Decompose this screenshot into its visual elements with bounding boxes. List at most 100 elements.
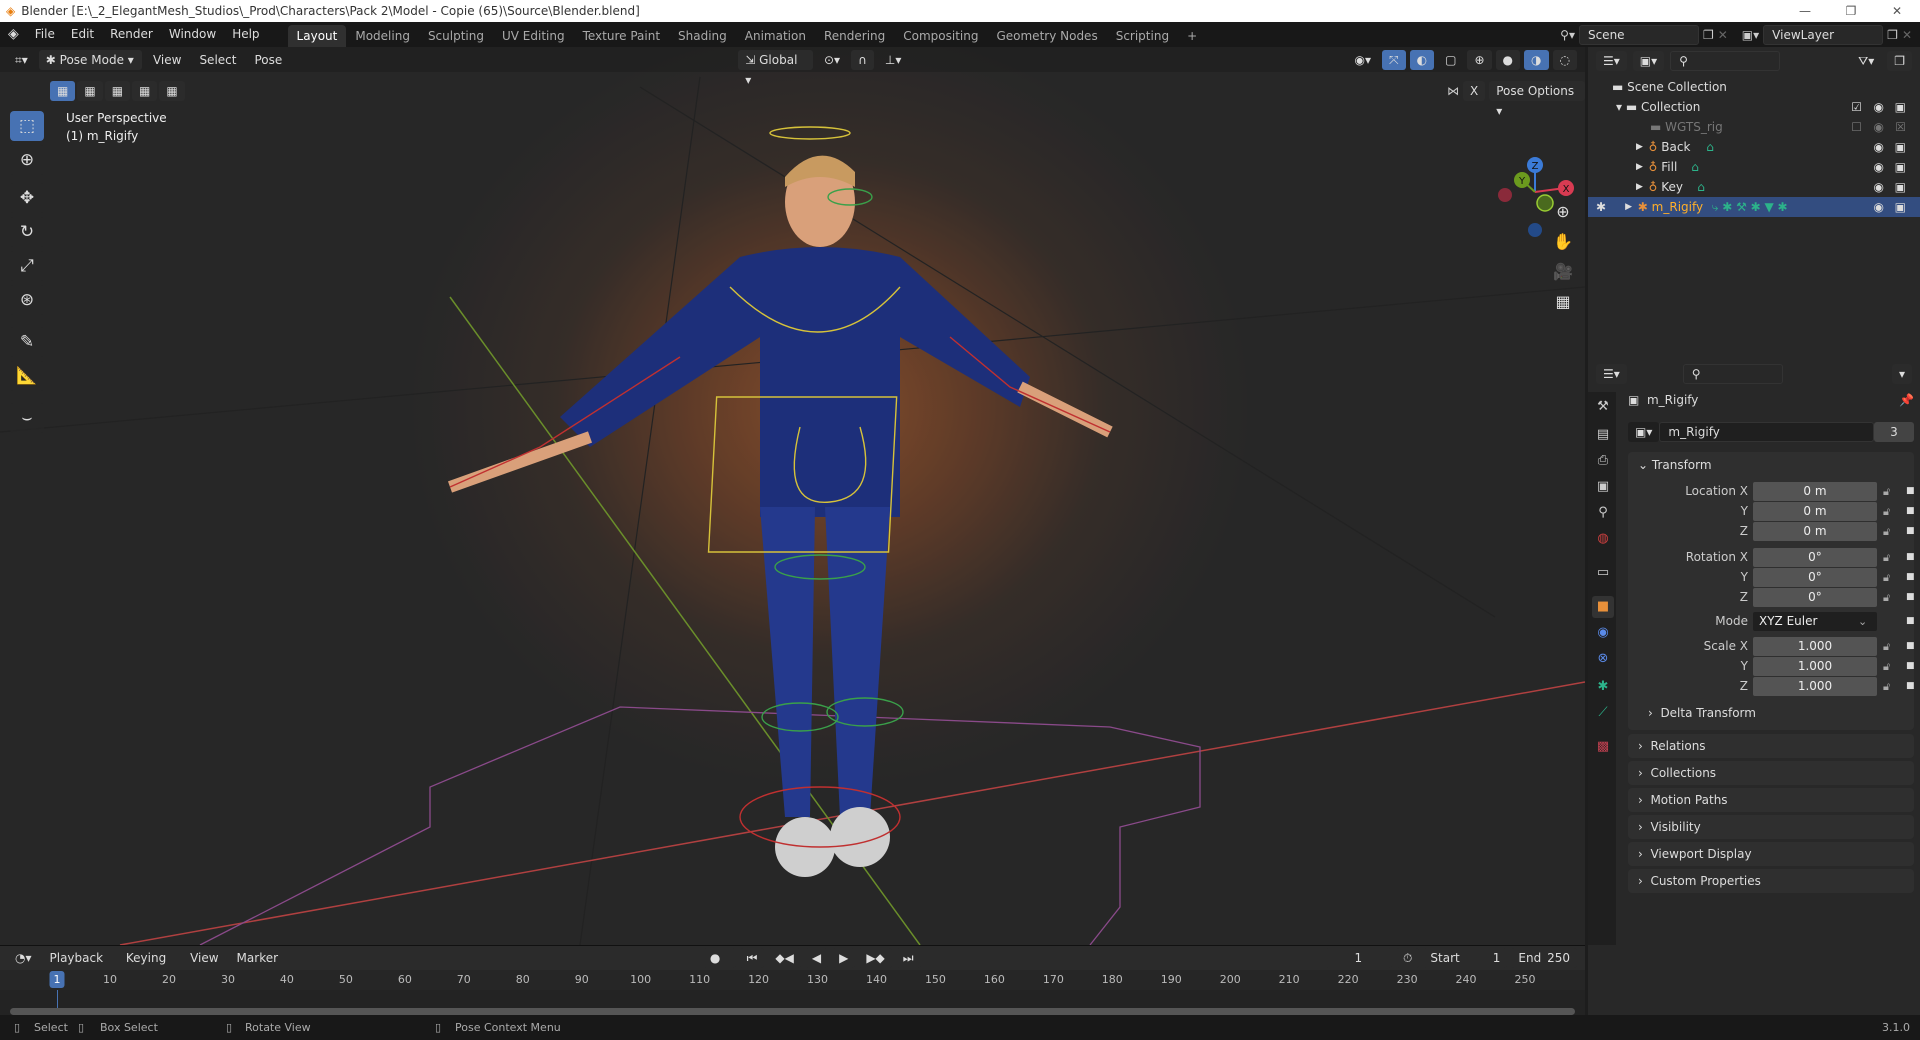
tab-compositing[interactable]: Compositing [894,25,987,47]
eye-icon[interactable]: ◉ [1874,200,1884,214]
tab-shading[interactable]: Shading [669,25,736,47]
frame-ruler[interactable]: 1 10 20 30 40 50 60 70 80 90 100 110 120 130 140 150 160… [0,970,1585,990]
outliner-filter-type-icon[interactable]: ▣▾ [1632,51,1665,71]
pivot-icon[interactable]: ⊙▾ [817,50,847,70]
panel-header[interactable]: › Visibility [1628,815,1914,839]
menu-playback[interactable]: Playback ▾ [43,948,115,985]
remove-scene-icon[interactable]: ✕ [1718,28,1728,42]
lock-icon[interactable]: 🔓︎ [1883,548,1890,567]
outliner-row-collection[interactable]: ▾ ▬ Collection ☑ ◉ ▣ [1588,97,1920,117]
jump-end-icon[interactable]: ⏭ [895,948,921,968]
render-disabled-icon[interactable]: ☒ [1895,120,1906,134]
timeline-scrollbar[interactable] [10,1008,1575,1015]
orientation-selector[interactable]: ⇲ Global ▾ [738,49,813,87]
outliner-display-mode-icon[interactable]: ☰▾ [1596,51,1627,71]
scale-tool[interactable]: ⤢ [10,251,44,281]
scene-icon[interactable]: ⚲▾ [1560,28,1575,42]
xray-icon[interactable]: ▢ [1438,50,1463,70]
tab-geometry-nodes[interactable]: Geometry Nodes [987,25,1106,47]
lock-icon[interactable]: 🔓︎ [1883,568,1890,587]
value-field[interactable]: 1.000 [1753,657,1877,676]
auto-keying-icon[interactable]: ● ▾ [702,948,736,985]
physics-tab-icon[interactable]: ◉ [1592,622,1614,644]
output-tab-icon[interactable]: ⎙ [1592,450,1614,472]
menu-keying[interactable]: Keying ▾ [119,948,179,985]
eye-icon[interactable]: ◉ [1874,160,1884,174]
lock-icon[interactable]: 🔓︎ [1883,522,1890,541]
value-field[interactable]: 1.000 [1753,677,1877,696]
render-icon[interactable]: ▣ [1895,180,1906,194]
new-collection-icon[interactable]: ❐ [1887,51,1912,71]
properties-search-input[interactable]: ⚲ [1682,364,1783,384]
panel-motion-paths[interactable]: › Motion Paths [1628,788,1914,812]
tab-animation[interactable]: Animation [736,25,815,47]
include-checkbox[interactable]: ☐ [1851,120,1862,134]
menu-render[interactable]: Render [102,22,161,47]
remove-view-layer-icon[interactable]: ✕ [1902,28,1912,42]
pose-mode-icon[interactable]: ✱ [1596,200,1625,214]
keyframe-dot-icon[interactable]: ■ [1906,482,1915,501]
bone-envelope-tool[interactable]: ⌣ [10,403,44,433]
properties-editor-type-icon[interactable]: ☰▾ [1596,364,1627,384]
view-layer-tab-icon[interactable]: ▣ [1592,476,1614,498]
tab-uv-editing[interactable]: UV Editing [493,25,574,47]
panel-header[interactable]: › Motion Paths [1628,788,1914,812]
render-icon[interactable]: ▣ [1895,200,1906,214]
tab-layout[interactable]: Layout [287,24,347,47]
snap-icon[interactable]: ∩ [851,49,874,70]
outliner-row-wgts-rig[interactable]: ▬ WGTS_rig ☐ ◉ ☒ [1588,117,1920,137]
bone-tab-icon[interactable]: ⟋ [1592,702,1614,724]
select-invert-icon[interactable]: ▦ [132,81,158,101]
current-frame-field[interactable]: 1 [1324,948,1393,968]
mirror-icon[interactable]: ⋈ [1447,84,1459,98]
panel-viewport-display[interactable]: › Viewport Display [1628,842,1914,866]
camera-view-icon[interactable]: 🎥 [1552,257,1574,287]
end-frame-field[interactable]: End 250 [1511,948,1577,968]
shading-material-icon[interactable]: ◑ [1524,49,1549,70]
object-tab-icon[interactable]: ■ [1592,596,1614,618]
value-field[interactable]: 0° [1753,548,1877,567]
menu-marker[interactable]: Marker [230,948,285,968]
keyframe-dot-icon[interactable]: ■ [1906,522,1915,541]
select-new-icon[interactable]: ▦ [50,81,76,101]
delta-transform-header[interactable]: › Delta Transform [1648,706,1756,720]
menu-file[interactable]: File [27,22,63,47]
outliner-row-fill[interactable]: ▶ ♁ Fill ⌂ ◉ ▣ [1588,157,1920,177]
pose-options-button[interactable]: Pose Options ▾ [1489,81,1585,118]
select-subtract-icon[interactable]: ▦ [104,81,131,101]
keyframe-dot-icon[interactable]: ■ [1906,677,1915,696]
tab-modeling[interactable]: Modeling [346,25,419,47]
tab-rendering[interactable]: Rendering [815,25,894,47]
panel-header[interactable]: › Custom Properties [1628,869,1914,893]
play-reverse-icon[interactable]: ◀ [804,948,829,968]
keyframe-dot-icon[interactable]: ■ [1906,612,1915,631]
start-frame-field[interactable]: Start 1 [1423,948,1508,968]
expand-icon[interactable]: ▶ [1625,202,1638,212]
panel-collections[interactable]: › Collections [1628,761,1914,785]
lock-icon[interactable]: 🔓︎ [1883,588,1890,607]
view-layer-selector[interactable]: ViewLayer [1763,24,1884,45]
overlay-toggle-icon[interactable]: ◐ [1409,49,1435,70]
select-extend-icon[interactable]: ▦ [77,81,103,101]
render-tab-icon[interactable]: ▤ [1592,424,1614,446]
value-field[interactable]: 0 m [1753,502,1877,521]
menu-help[interactable]: Help [224,22,267,47]
outliner-search-input[interactable]: ⚲ [1670,51,1781,71]
rotate-tool[interactable]: ↻ [10,217,44,247]
close-button[interactable]: ✕ [1874,0,1920,22]
tab-scripting[interactable]: Scripting [1107,25,1178,47]
new-view-layer-icon[interactable]: ❐ [1887,28,1898,42]
select-intersect-icon[interactable]: ▦ [159,81,185,101]
timeline-editor-type-icon[interactable]: ◔▾ [8,948,39,968]
transform-panel-header[interactable]: ⌄ Transform [1628,452,1914,478]
scene-selector[interactable]: Scene [1578,24,1699,45]
keyframe-dot-icon[interactable]: ■ [1906,548,1915,567]
value-field[interactable]: 0° [1753,588,1877,607]
scene-tab-icon[interactable]: ⚲ [1592,502,1614,524]
lock-icon[interactable]: 🔓︎ [1883,657,1890,676]
outliner-row-m-rigify[interactable]: ✱ ▶ ✱ m_Rigify ⤷ ✱ ⚒ ✱ ▼ ✱ ◉ ▣ [1588,197,1920,217]
jump-start-icon[interactable]: ⏮ [739,948,765,968]
panel-header[interactable]: › Viewport Display [1628,842,1914,866]
expand-icon[interactable]: ▶ [1636,162,1649,172]
eye-icon[interactable]: ◉ [1874,120,1884,134]
